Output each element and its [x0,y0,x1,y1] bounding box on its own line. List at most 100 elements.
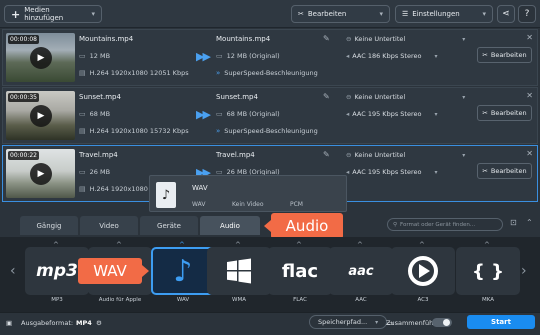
tab-devices[interactable]: Geräte [140,216,198,235]
ac3-logo-icon [391,247,455,295]
audio-value: AAC 195 Kbps Stereo [352,110,422,118]
file-size: ▭ 68 MB [79,110,110,118]
rename-pencil-icon[interactable]: ✎ [323,34,330,43]
merge-toggle[interactable] [432,318,452,327]
output-size-value: 68 MB (Original) [226,110,280,118]
tab-audio[interactable]: Audio [200,216,260,235]
format-search-input[interactable]: ⚲ Format oder Gerät finden... [387,218,503,231]
format-tile-mka[interactable]: ^ { } MKA [456,241,520,307]
duration-badge: 00:00:35 [8,93,39,102]
chevron-right-icon[interactable]: › [521,263,527,279]
subtitles-value: Keine Untertitel [354,35,406,43]
audio-select[interactable]: ◂ AAC 186 Kbps Stereo ▾ [346,52,437,60]
share-button[interactable]: ⋖ [497,5,515,23]
edit-file-button[interactable]: ✂ Bearbeiten [477,47,532,63]
edit-file-button[interactable]: ✂ Bearbeiten [477,163,532,179]
start-button[interactable]: Start [467,315,535,329]
superspeed-label: » SuperSpeed-Beschleunigung [216,69,318,77]
output-name: Sunset.mp4 [216,93,258,101]
save-path-select[interactable]: Speicherpfad... ▾ [309,315,387,329]
convert-arrow-icon: ▶▶ [196,108,211,121]
video-thumbnail[interactable]: 00:00:22 ▶ [6,149,75,198]
edit-file-button[interactable]: ✂ Bearbeiten [477,105,532,121]
help-button[interactable]: ? [518,5,536,23]
format-tile-ac3[interactable]: ^ AC3 [391,241,455,307]
format-tile-wav[interactable]: ^ ♪ WAV [151,241,215,307]
duration-badge: 00:00:08 [8,35,39,44]
file-size-value: 68 MB [89,110,111,118]
film-icon: ▤ [79,185,86,193]
import-icon[interactable]: ⊡ [510,218,517,227]
file-icon: ▭ [216,110,223,118]
file-icon: ▭ [79,168,86,176]
file-size: ▭ 26 MB [79,168,110,176]
subtitle-icon: ⊖ [346,35,352,43]
edit-file-label: Bearbeiten [490,109,527,117]
file-row[interactable]: 00:00:08 ▶ Mountains.mp4 ▭ 12 MB ▤ H.264 1… [2,29,538,86]
ac3-circle-svg [408,256,438,286]
rename-pencil-icon[interactable]: ✎ [323,150,330,159]
search-placeholder: Format oder Gerät finden... [400,221,476,228]
popup-title: WAV [192,184,208,192]
audio-callout: Audio [264,213,343,239]
output-size[interactable]: ▭ 68 MB (Original) [216,110,280,118]
edit-toolbar-label: Bearbeiten [307,10,347,18]
file-name: Mountains.mp4 [79,35,134,43]
subtitles-select[interactable]: ⊖ Keine Untertitel ▾ [346,151,465,159]
output-size[interactable]: ▭ 12 MB (Original) [216,52,280,60]
share-icon: ⋖ [502,9,510,19]
music-note-icon: ♪ [151,247,215,295]
tab-popular[interactable]: Gängig [20,216,78,235]
superspeed-value: SuperSpeed-Beschleunigung [224,69,318,77]
close-icon[interactable]: ✕ [526,149,533,158]
chevron-down-icon: ▾ [462,151,466,159]
subtitles-select[interactable]: ⊖ Keine Untertitel ▾ [346,35,465,43]
format-label: MP3 [51,297,63,303]
collapse-icon[interactable]: ⌃ [526,218,533,227]
video-thumbnail[interactable]: 00:00:08 ▶ [6,33,75,82]
convert-arrow-icon: ▶▶ [196,50,211,63]
play-icon[interactable]: ▶ [30,105,52,127]
gear-icon[interactable]: ⚙ [96,319,102,327]
chevron-down-icon: ▾ [375,318,379,326]
subtitles-value: Keine Untertitel [354,151,406,159]
close-icon[interactable]: ✕ [526,33,533,42]
windows-logo-icon [207,247,271,295]
chevron-down-icon: ▾ [434,110,438,118]
add-media-label: Medien hinzufügen [24,6,64,22]
format-tile-flac[interactable]: ^ flac FLAC [268,241,332,307]
video-thumbnail[interactable]: 00:00:35 ▶ [6,91,75,140]
video-info: ▤ H.264 1920x1080 15732 Kbps [79,127,189,135]
video-info-value: H.264 1920x1080 15732 Kbps [89,127,189,135]
settings-icon: ☰ [402,10,409,18]
popup-codec: PCM [290,201,303,208]
rename-pencil-icon[interactable]: ✎ [323,92,330,101]
format-tile-wma[interactable]: ^ WMA [207,241,271,307]
file-size: ▭ 12 MB [79,52,110,60]
audio-icon: ◂ [346,52,350,60]
play-icon[interactable]: ▶ [30,47,52,69]
output-name: Travel.mp4 [216,151,255,159]
settings-button[interactable]: ☰ Einstellungen ▾ [395,5,493,23]
file-row[interactable]: 00:00:35 ▶ Sunset.mp4 ▭ 68 MB ▤ H.264 1920… [2,87,538,144]
file-name: Sunset.mp4 [79,93,121,101]
add-media-button[interactable]: + Medien hinzufügen ▾ [4,5,102,23]
scissors-icon: ✂ [298,10,304,18]
subtitles-select[interactable]: ⊖ Keine Untertitel ▾ [346,93,465,101]
audio-select[interactable]: ◂ AAC 195 Kbps Stereo ▾ [346,168,437,176]
output-folder-icon[interactable]: ▣ [6,319,12,327]
audio-icon: ◂ [346,110,350,118]
play-icon[interactable]: ▶ [30,163,52,185]
edit-toolbar-button[interactable]: ✂ Bearbeiten ▾ [291,5,390,23]
close-icon[interactable]: ✕ [526,91,533,100]
chevron-down-icon: ▾ [379,10,383,18]
tab-video[interactable]: Video [80,216,138,235]
audio-value: AAC 186 Kbps Stereo [352,52,422,60]
audio-select[interactable]: ◂ AAC 195 Kbps Stereo ▾ [346,110,437,118]
file-name: Travel.mp4 [79,151,118,159]
format-label: WAV [176,297,190,303]
chevron-left-icon[interactable]: ‹ [10,263,16,279]
format-tile-aac[interactable]: ^ aac AAC [329,241,393,307]
scissors-icon: ✂ [482,109,488,117]
output-format-value[interactable]: MP4 [76,319,92,327]
